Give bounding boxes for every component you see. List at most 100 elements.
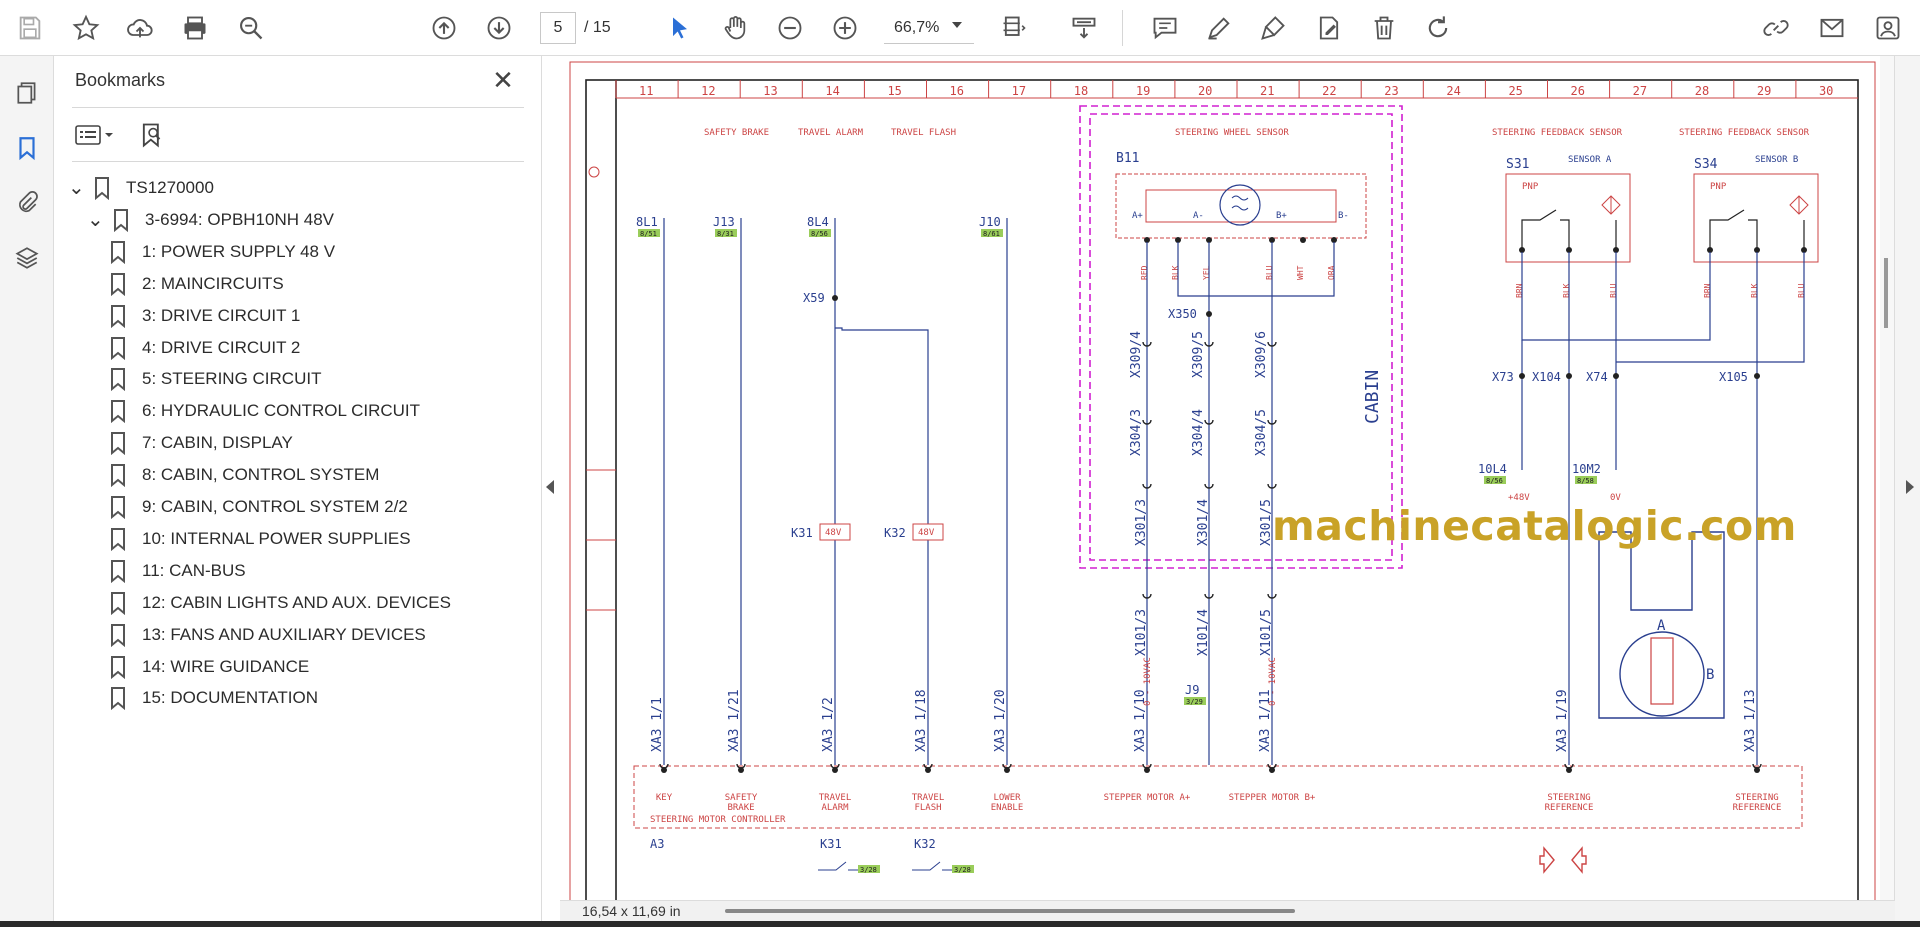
bookmark-item[interactable]: 15: DOCUMENTATION [108,683,318,713]
select-cursor-icon[interactable] [660,8,700,48]
chevron-down-icon[interactable]: ⌄ [87,210,105,230]
horizontal-scroll-thumb[interactable] [725,909,1295,913]
wire-blu: BLU [1265,265,1274,280]
label-j9-tag: 3/29 [1186,698,1203,706]
user-icon[interactable] [1868,8,1908,48]
column-number: 15 [887,84,901,98]
pin-a-plus: A+ [1132,211,1143,221]
email-icon[interactable] [1812,8,1852,48]
options-menu-icon[interactable] [74,118,118,152]
column-number: 19 [1136,84,1150,98]
conn-x309-4: X309/4 [1129,331,1144,378]
xa3-signal-label: BRAKE [727,803,754,813]
chevron-down-icon[interactable] [952,22,962,28]
highlight-icon[interactable] [1199,8,1239,48]
bookmark-flag-icon [111,655,125,679]
scan-icon[interactable] [1064,8,1104,48]
bookmark-item[interactable]: 11: CAN-BUS [108,556,246,586]
bookmark-item[interactable]: 12: CABIN LIGHTS AND AUX. DEVICES [108,588,451,618]
zoom-in-icon[interactable] [825,8,865,48]
column-number: 28 [1695,84,1709,98]
bookmark-item[interactable]: 9: CABIN, CONTROL SYSTEM 2/2 [108,492,408,522]
stepper-b-vac: 0 - 10VAC [1268,657,1278,706]
bookmark-flag-icon [111,368,125,392]
wire-red: RED [1140,265,1149,280]
chevron-down-icon[interactable]: ⌄ [68,178,86,198]
page-number-input[interactable]: 5 [540,12,576,44]
edit-pdf-icon[interactable] [1309,8,1349,48]
column-number: 26 [1571,84,1585,98]
collapse-left-icon[interactable] [546,480,554,494]
pin-a-minus: A- [1193,211,1204,221]
bookmark-item[interactable]: 7: CABIN, DISPLAY [108,428,293,458]
expand-right-icon[interactable] [1906,480,1914,494]
bookmark-icon[interactable] [10,131,44,165]
s31-blu: BLU [1609,283,1618,298]
terminal-dot [1004,767,1010,773]
column-grid: 11 12 13 14 15 16 17 18 19 20 21 22 23 24 25 26 27 28 29 30 [615,80,1833,98]
label-sensor-b: SENSOR B [1755,155,1798,165]
k31-voltage: 48V [825,528,842,538]
bookmark-item[interactable]: ⌄ 3-6994: OPBH10NH 48V [87,205,334,235]
page-total: / 15 [584,19,611,36]
label-k31-contact: K31 [820,837,842,851]
main-toolbar: 5 / 15 66,7% [0,0,1920,56]
bookmark-label: 11: CAN-BUS [142,560,246,580]
column-number: 23 [1384,84,1398,98]
xa3-signal-label: REFERENCE [1733,803,1782,813]
label-10m2-tag: 8/58 [1577,477,1594,485]
bookmark-item[interactable]: 8: CABIN, CONTROL SYSTEM [108,460,379,490]
column-number: 11 [639,84,653,98]
comment-icon[interactable] [1145,8,1185,48]
pages-thumbnail-icon[interactable] [10,76,44,110]
document-viewport[interactable]: 11 12 13 14 15 16 17 18 19 20 21 22 23 24 25 26 27 28 29 30… [560,56,1895,901]
next-page-icon[interactable] [479,8,519,48]
close-icon[interactable]: ✕ [490,67,516,94]
new-bookmark-icon[interactable] [138,118,166,152]
vertical-scrollbar[interactable] [1880,56,1894,901]
cloud-upload-icon[interactable] [120,8,160,48]
xa3-signal-label: ENABLE [991,803,1024,813]
ref-j13-tag: 8/31 [717,230,734,238]
bookmark-item[interactable]: 5: STEERING CIRCUIT [108,364,321,394]
taskbar-edge [0,921,1920,927]
xa3-signal-label: SAFETY [725,793,758,803]
bookmark-item[interactable]: 1: POWER SUPPLY 48 V [108,237,335,267]
zoom-level-select[interactable]: 66,7% [884,12,974,44]
column-number: 18 [1074,84,1088,98]
rotate-icon[interactable] [1418,8,1458,48]
bookmark-item[interactable]: 4: DRIVE CIRCUIT 2 [108,333,300,363]
bookmark-flag-icon [111,591,125,615]
bookmark-item[interactable]: 3: DRIVE CIRCUIT 1 [108,301,300,331]
share-link-icon[interactable] [1756,8,1796,48]
sign-icon[interactable] [1253,8,1293,48]
conn-x101-3: X101/3 [1134,609,1149,656]
terminal-dot [832,767,838,773]
xa3-signal-label: LOWER [993,793,1021,803]
bookmark-item[interactable]: 2: MAINCIRCUITS [108,269,284,299]
bookmark-label: 5: STEERING CIRCUIT [142,369,322,389]
wire-yel: YEL [1202,265,1211,280]
prev-page-icon[interactable] [424,8,464,48]
bookmark-item[interactable]: 14: WIRE GUIDANCE [108,652,309,682]
layers-icon[interactable] [10,241,44,275]
bookmark-item[interactable]: ⌄ TS1270000 [68,173,214,203]
print-icon[interactable] [175,8,215,48]
column-number: 14 [825,84,839,98]
fit-page-icon[interactable] [994,8,1034,48]
bookmark-flag-icon [111,432,125,456]
star-icon[interactable] [66,8,106,48]
hand-icon[interactable] [715,8,755,48]
bookmark-item[interactable]: 10: INTERNAL POWER SUPPLIES [108,524,411,554]
delete-icon[interactable] [1364,8,1404,48]
zoom-out-icon[interactable] [770,8,810,48]
bookmark-item[interactable]: 6: HYDRAULIC CONTROL CIRCUIT [108,396,420,426]
ref-8l1: 8L1 [636,215,658,229]
attachment-icon[interactable] [10,186,44,220]
zoom-search-icon[interactable] [231,8,271,48]
vertical-scroll-thumb[interactable] [1884,258,1888,328]
label-k32-contact: K32 [914,837,936,851]
save-icon[interactable] [10,8,50,48]
bookmark-item[interactable]: 13: FANS AND AUXILIARY DEVICES [108,620,426,650]
terminal-dot [661,767,667,773]
